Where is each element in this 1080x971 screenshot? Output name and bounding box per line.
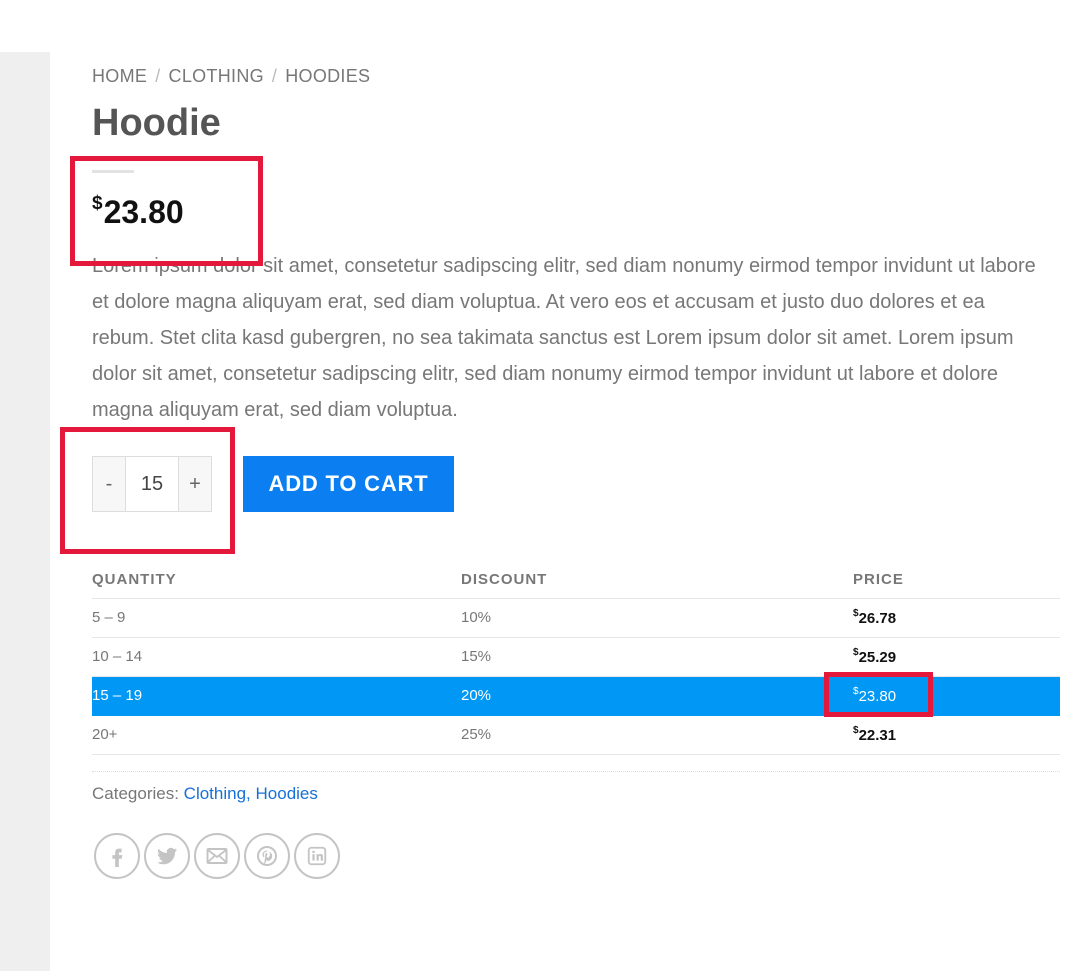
- share-twitter-button[interactable]: [144, 833, 190, 879]
- category-link-clothing[interactable]: Clothing: [184, 784, 246, 803]
- header-price: PRICE: [853, 562, 1060, 599]
- row-price-currency: $: [853, 724, 859, 736]
- twitter-icon: [157, 847, 177, 865]
- row-quantity: 10 – 14: [92, 637, 461, 677]
- row-price: $26.78: [853, 598, 1060, 638]
- facebook-icon: [112, 848, 123, 867]
- header-discount: DISCOUNT: [461, 562, 853, 599]
- header-quantity: QUANTITY: [92, 562, 461, 599]
- pricing-table: QUANTITY DISCOUNT PRICE 5 – 9 10% $26.78…: [92, 562, 1060, 755]
- breadcrumb-home[interactable]: HOME: [92, 66, 147, 86]
- row-price-currency: $: [853, 646, 859, 658]
- share-email-button[interactable]: [194, 833, 240, 879]
- highlight-box-quantity: [60, 427, 235, 554]
- category-link-hoodies[interactable]: Hoodies: [256, 784, 318, 803]
- share-pinterest-button[interactable]: [244, 833, 290, 879]
- row-quantity: 15 – 19: [92, 676, 461, 716]
- left-sidebar-strip: [0, 52, 50, 971]
- categories-separator: ,: [246, 784, 251, 803]
- highlight-box-table-price: [824, 672, 933, 717]
- row-price-currency: $: [853, 607, 859, 619]
- row-discount: 25%: [461, 715, 853, 755]
- share-icons: [94, 833, 344, 879]
- email-icon: [206, 848, 228, 864]
- share-facebook-button[interactable]: [94, 833, 140, 879]
- pricing-table-row[interactable]: 10 – 14 15% $25.29: [92, 637, 1060, 677]
- share-linkedin-button[interactable]: [294, 833, 340, 879]
- meta-divider: [92, 771, 1060, 772]
- row-price-value: 22.31: [858, 726, 897, 744]
- breadcrumb: HOME / CLOTHING / HOODIES: [92, 66, 370, 87]
- breadcrumb-separator: /: [271, 66, 278, 86]
- pricing-table-row[interactable]: 20+ 25% $22.31: [92, 715, 1060, 755]
- row-price: $22.31: [853, 715, 1060, 755]
- pinterest-icon: [257, 846, 277, 866]
- linkedin-icon: [307, 846, 327, 866]
- row-quantity: 5 – 9: [92, 598, 461, 638]
- row-discount: 10%: [461, 598, 853, 638]
- row-discount: 15%: [461, 637, 853, 677]
- breadcrumb-separator: /: [155, 66, 161, 86]
- categories-label: Categories:: [92, 784, 179, 803]
- pricing-table-header-row: QUANTITY DISCOUNT PRICE: [92, 562, 1060, 599]
- highlight-box-price: [70, 156, 263, 266]
- row-quantity: 20+: [92, 715, 461, 755]
- breadcrumb-hoodies[interactable]: HOODIES: [285, 66, 370, 86]
- row-price-value: 26.78: [858, 609, 897, 627]
- add-to-cart-button[interactable]: ADD TO CART: [243, 456, 454, 512]
- row-price: $25.29: [853, 637, 1060, 677]
- product-categories: Categories: Clothing, Hoodies: [92, 784, 318, 804]
- breadcrumb-clothing[interactable]: CLOTHING: [169, 66, 264, 86]
- pricing-table-row[interactable]: 5 – 9 10% $26.78: [92, 598, 1060, 638]
- row-price-value: 25.29: [858, 648, 897, 666]
- row-discount: 20%: [461, 676, 853, 716]
- product-title: Hoodie: [92, 102, 221, 144]
- product-description: Lorem ipsum dolor sit amet, consetetur s…: [92, 255, 1036, 421]
